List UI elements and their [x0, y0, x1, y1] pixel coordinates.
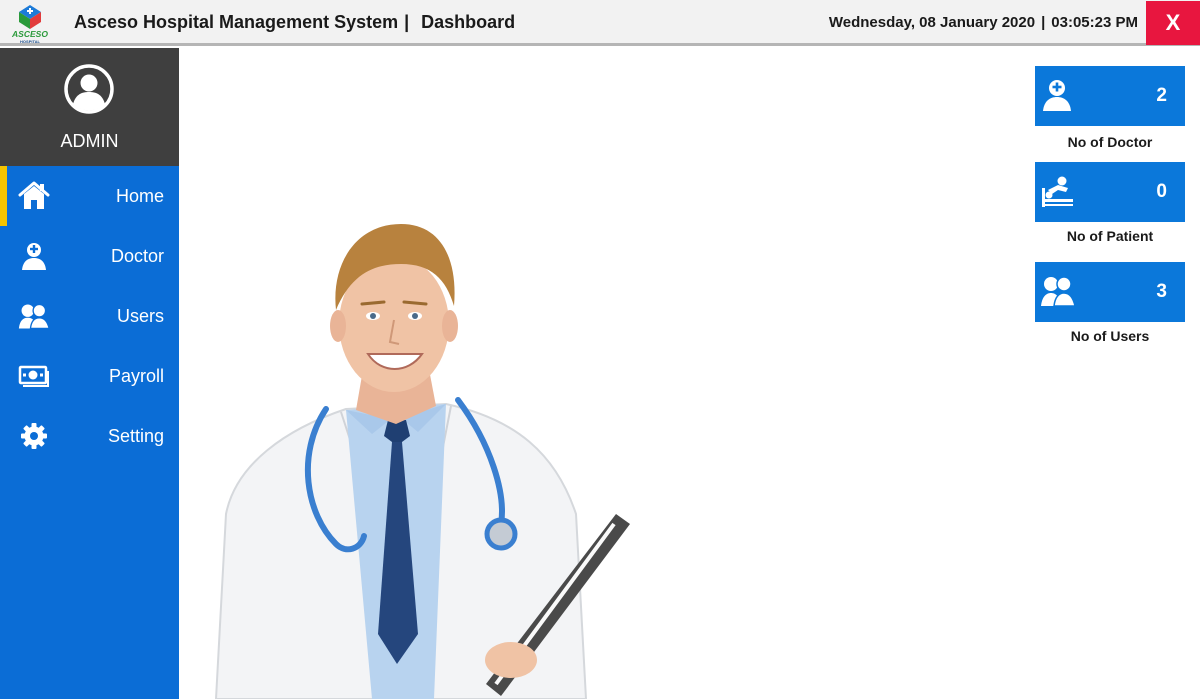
user-avatar-icon [64, 64, 114, 114]
user-count-label: No of Users [1070, 328, 1150, 344]
datetime-display: Wednesday, 08 January 2020 | 03:05:23 PM [829, 14, 1138, 31]
svg-text:ASCESO: ASCESO [11, 29, 48, 39]
app-name: Asceso Hospital Management System [74, 12, 399, 32]
patient-count: 0 [1156, 181, 1167, 202]
user-role-label: ADMIN [60, 131, 119, 151]
patient-count-label: No of Patient [1066, 228, 1154, 244]
user-count: 3 [1156, 281, 1167, 302]
stat-card-patients[interactable]: 0 [1035, 162, 1185, 222]
stat-card-users[interactable]: 3 [1035, 262, 1185, 322]
sidebar-nav: Home Doctor Users Payroll Setting [0, 166, 179, 466]
app-title: Asceso Hospital Management System | Dashbo… [74, 12, 515, 33]
user-profile: ADMIN [0, 48, 179, 166]
sidebar: ADMIN Home Doctor Users Payroll Setting [0, 48, 179, 699]
users-icon [1041, 276, 1076, 307]
title-bar: ASCESO HOSPITAL Asceso Hospital Manageme… [0, 0, 1200, 46]
sidebar-item-setting[interactable]: Setting [0, 406, 179, 466]
title-separator: | [404, 12, 410, 32]
datetime-separator: | [1041, 14, 1046, 31]
doctor-illustration [214, 224, 630, 699]
money-icon [18, 365, 49, 387]
sidebar-item-home[interactable]: Home [0, 166, 179, 226]
users-icon [18, 303, 50, 330]
sidebar-item-label: Setting [107, 426, 164, 446]
svg-text:HOSPITAL: HOSPITAL [20, 39, 40, 44]
hospital-logo: ASCESO HOSPITAL [11, 5, 48, 44]
sidebar-item-label: Home [115, 186, 164, 206]
doctor-icon [22, 243, 46, 270]
gear-icon [21, 423, 47, 449]
sidebar-item-users[interactable]: Users [0, 286, 179, 346]
sidebar-item-label: Doctor [110, 246, 164, 266]
home-icon [18, 181, 50, 209]
time-text: 03:05:23 PM [1051, 14, 1138, 31]
doctor-count-label: No of Doctor [1067, 134, 1153, 150]
sidebar-item-payroll[interactable]: Payroll [0, 346, 179, 406]
page-title: Dashboard [421, 12, 516, 32]
patient-bed-icon [1042, 176, 1073, 207]
stat-card-doctors[interactable]: 2 [1035, 66, 1185, 126]
sidebar-item-doctor[interactable]: Doctor [0, 226, 179, 286]
doctor-icon [1043, 80, 1071, 111]
sidebar-item-label: Payroll [108, 366, 164, 386]
doctor-count: 2 [1156, 85, 1167, 106]
close-button[interactable]: X [1146, 1, 1200, 45]
sidebar-item-label: Users [116, 306, 164, 326]
date-text: Wednesday, 08 January 2020 [828, 14, 1036, 31]
